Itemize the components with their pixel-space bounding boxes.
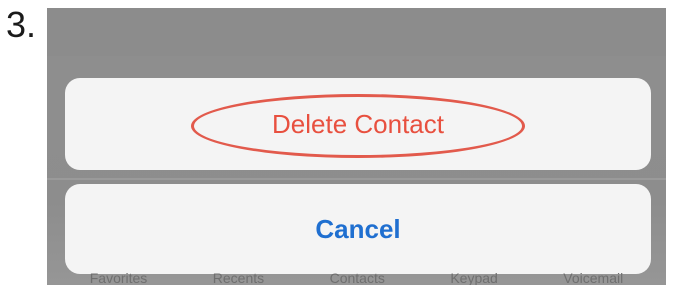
tab-keypad[interactable]: Keypad bbox=[450, 271, 497, 285]
tab-voicemail[interactable]: Voicemail bbox=[563, 271, 623, 285]
phone-screenshot: Delete Contact Cancel Favorites Recents … bbox=[47, 8, 666, 285]
tutorial-step: 3. Delete Contact Cancel Favorites Recen… bbox=[0, 0, 673, 285]
divider bbox=[47, 178, 666, 180]
tab-recents[interactable]: Recents bbox=[213, 271, 264, 285]
delete-contact-label: Delete Contact bbox=[272, 108, 444, 139]
delete-contact-button[interactable]: Delete Contact bbox=[65, 78, 651, 170]
tab-bar: Favorites Recents Contacts Keypad Voicem… bbox=[47, 271, 666, 285]
dimmed-background bbox=[47, 8, 666, 56]
cancel-button[interactable]: Cancel bbox=[65, 184, 651, 274]
step-number: 3. bbox=[6, 4, 37, 45]
tab-favorites[interactable]: Favorites bbox=[90, 271, 148, 285]
action-sheet-group: Delete Contact bbox=[65, 78, 651, 170]
tab-contacts[interactable]: Contacts bbox=[330, 271, 385, 285]
cancel-label: Cancel bbox=[315, 213, 401, 244]
